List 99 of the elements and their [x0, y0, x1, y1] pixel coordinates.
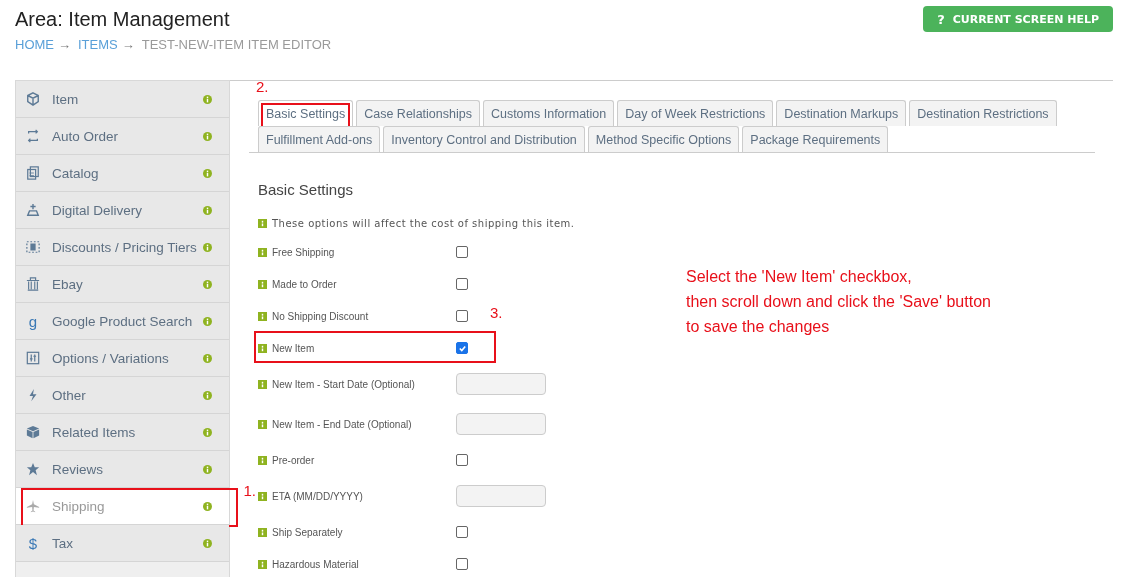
- field-label: Ship Separately: [272, 526, 344, 538]
- callout-number: 1.: [243, 482, 256, 499]
- tab[interactable]: Destination Markups: [776, 100, 907, 126]
- info-icon[interactable]: [203, 464, 212, 474]
- sidebar-item-label: Auto Order: [52, 128, 120, 144]
- checkbox[interactable]: [456, 278, 468, 290]
- info-icon[interactable]: [258, 559, 267, 569]
- breadcrumb-separator: →: [58, 37, 71, 52]
- tab[interactable]: Day of Week Restrictions: [617, 100, 774, 126]
- breadcrumb-link[interactable]: HOME: [15, 37, 54, 52]
- info-icon[interactable]: [258, 379, 267, 389]
- checkbox[interactable]: [456, 454, 468, 466]
- info-icon[interactable]: [258, 527, 267, 537]
- info-icon[interactable]: [258, 219, 267, 228]
- sidebar-item[interactable]: Options / Variations: [16, 340, 229, 377]
- info-icon[interactable]: [258, 455, 267, 465]
- sidebar-item-label: Reviews: [52, 461, 104, 477]
- sidebar-item-label: Related Items: [52, 424, 137, 440]
- field-label: New Item - Start Date (Optional): [272, 378, 416, 390]
- info-icon[interactable]: [203, 390, 212, 400]
- instruction-text: Select the 'New Item' checkbox, then scroll down and click the 'Save' button to save the changes: [686, 267, 991, 337]
- info-icon[interactable]: [258, 343, 267, 353]
- sidebar-item-label: Google Product Search: [52, 313, 194, 329]
- date-input-field[interactable]: [456, 485, 546, 507]
- sidebar-item-label: Catalog: [52, 165, 100, 181]
- tab[interactable]: Package Requirements: [742, 126, 889, 152]
- field-label: Free Shipping: [272, 246, 336, 258]
- info-icon[interactable]: [203, 242, 212, 252]
- tab[interactable]: Destination Restrictions: [909, 100, 1057, 126]
- field-label: ETA (MM/DD/YYYY): [272, 490, 364, 502]
- cube-icon: [26, 92, 40, 106]
- info-icon[interactable]: [203, 168, 212, 178]
- info-icon[interactable]: [258, 247, 267, 257]
- field-label: No Shipping Discount: [272, 310, 370, 322]
- tab[interactable]: Customs Information: [482, 100, 615, 126]
- breadcrumb-current: TEST-NEW-ITEM ITEM EDITOR: [141, 37, 332, 52]
- tab[interactable]: Case Relationships: [356, 100, 480, 126]
- field-label: New Item: [272, 342, 316, 354]
- tab[interactable]: Method Specific Options: [587, 126, 740, 152]
- star-icon: [26, 462, 40, 476]
- section-title: Basic Settings: [258, 181, 355, 198]
- callout-number: 2.: [256, 78, 269, 95]
- info-icon[interactable]: [258, 279, 267, 289]
- checkbox[interactable]: [456, 526, 468, 538]
- info-icon[interactable]: [203, 205, 212, 215]
- airplane-icon: [26, 499, 40, 513]
- sidebar-item-label: Ebay: [52, 276, 84, 292]
- field-label: Hazardous Material: [272, 558, 360, 570]
- checkbox[interactable]: [456, 558, 468, 570]
- documents-icon: [26, 166, 40, 180]
- sidebar-item-label: Options / Variations: [52, 350, 170, 366]
- tab[interactable]: Fulfillment Add-ons: [258, 126, 381, 152]
- sidebar-item[interactable]: Related Items: [16, 414, 229, 451]
- loop-icon: [26, 129, 40, 143]
- sidebar-item[interactable]: Other: [16, 377, 229, 414]
- sliders-icon: [26, 351, 40, 365]
- info-icon[interactable]: [203, 501, 212, 511]
- callout-number: 3.: [490, 304, 503, 321]
- sidebar-item-label: Item: [52, 91, 80, 107]
- info-icon[interactable]: [258, 419, 267, 429]
- date-input-field[interactable]: [456, 413, 546, 435]
- sidebar-item[interactable]: Discounts / Pricing Tiers: [16, 229, 229, 266]
- breadcrumb-link[interactable]: ITEMS: [78, 37, 118, 52]
- box-icon: [26, 425, 40, 439]
- help-button[interactable]: ? CURRENT SCREEN HELP: [923, 6, 1113, 32]
- sidebar-item[interactable]: Auto Order: [16, 118, 229, 155]
- breadcrumb-separator: →: [121, 37, 135, 52]
- sidebar-item-label: Other: [52, 387, 87, 403]
- info-icon[interactable]: [203, 279, 212, 289]
- sidebar-item-label: Digital Delivery: [52, 202, 144, 218]
- info-icon[interactable]: [203, 538, 212, 548]
- sidebar-item[interactable]: Catalog: [16, 155, 229, 192]
- sidebar-item-label: Discounts / Pricing Tiers: [52, 239, 198, 255]
- info-icon[interactable]: [203, 353, 212, 363]
- date-input-field[interactable]: [456, 373, 546, 395]
- sidebar-item-label: Shipping: [52, 498, 106, 514]
- field-label: Made to Order: [272, 278, 338, 290]
- tab[interactable]: Basic Settings: [258, 100, 354, 126]
- info-icon[interactable]: [258, 491, 267, 501]
- field-label: New Item - End Date (Optional): [272, 418, 413, 430]
- info-icon[interactable]: [258, 311, 267, 321]
- checkbox[interactable]: [456, 246, 468, 258]
- checkbox[interactable]: [456, 310, 468, 322]
- info-icon[interactable]: [203, 131, 212, 141]
- info-icon[interactable]: [203, 316, 212, 326]
- page-title: Area: Item Management: [15, 8, 231, 31]
- sidebar-item[interactable]: Item: [16, 81, 229, 118]
- sidebar-item[interactable]: Ebay: [16, 266, 229, 303]
- sidebar-item[interactable]: g Google Product Search: [16, 303, 229, 340]
- sidebar-item[interactable]: $ Tax: [16, 525, 229, 562]
- info-icon[interactable]: [203, 94, 212, 104]
- field-label: Pre-order: [272, 454, 316, 466]
- info-icon[interactable]: [203, 427, 212, 437]
- sidebar-item-label: Tax: [52, 535, 74, 551]
- tab[interactable]: Inventory Control and Distribution: [383, 126, 585, 152]
- checkbox[interactable]: [456, 342, 468, 354]
- sidebar-item[interactable]: Digital Delivery: [16, 192, 229, 229]
- note-text: These options will affect the cost of shipping this item.: [272, 218, 575, 229]
- sidebar-item[interactable]: Reviews: [16, 451, 229, 488]
